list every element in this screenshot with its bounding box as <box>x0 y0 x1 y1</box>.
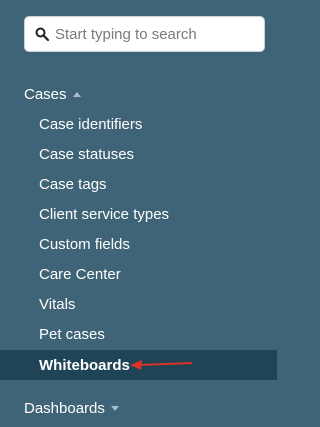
nav-item-label: Client service types <box>39 205 170 223</box>
nav-item-pet-cases[interactable]: Pet cases <box>0 319 277 349</box>
section-dashboards[interactable]: Dashboards <box>24 400 119 417</box>
section-cases-label: Cases <box>24 86 67 103</box>
caret-down-icon <box>110 406 119 411</box>
nav-item-label: Pet cases <box>39 325 105 343</box>
red-arrow-annotation <box>130 360 193 370</box>
nav-item-case-tags[interactable]: Case tags <box>0 169 277 199</box>
caret-up-icon <box>72 92 81 97</box>
nav-item-case-identifiers[interactable]: Case identifiers <box>0 109 277 139</box>
section-cases[interactable]: Cases <box>24 86 81 103</box>
nav-item-label: Case statuses <box>39 145 135 163</box>
nav-item-label: Case identifiers <box>39 115 143 133</box>
nav-item-label: Care Center <box>39 265 121 283</box>
nav-item-care-center[interactable]: Care Center <box>0 259 277 289</box>
nav-item-custom-fields[interactable]: Custom fields <box>0 229 277 259</box>
nav-item-label: Case tags <box>39 175 107 193</box>
search-box[interactable] <box>24 16 265 52</box>
nav-item-vitals[interactable]: Vitals <box>0 289 277 319</box>
section-dashboards-label: Dashboards <box>24 400 105 417</box>
nav-item-case-statuses[interactable]: Case statuses <box>0 139 277 169</box>
nav-item-label: Whiteboards <box>39 356 130 374</box>
nav-item-label: Vitals <box>39 295 76 313</box>
nav-item-client-service-types[interactable]: Client service types <box>0 199 277 229</box>
search-input[interactable] <box>55 25 255 43</box>
search-icon <box>35 27 49 41</box>
nav-item-label: Custom fields <box>39 235 130 253</box>
